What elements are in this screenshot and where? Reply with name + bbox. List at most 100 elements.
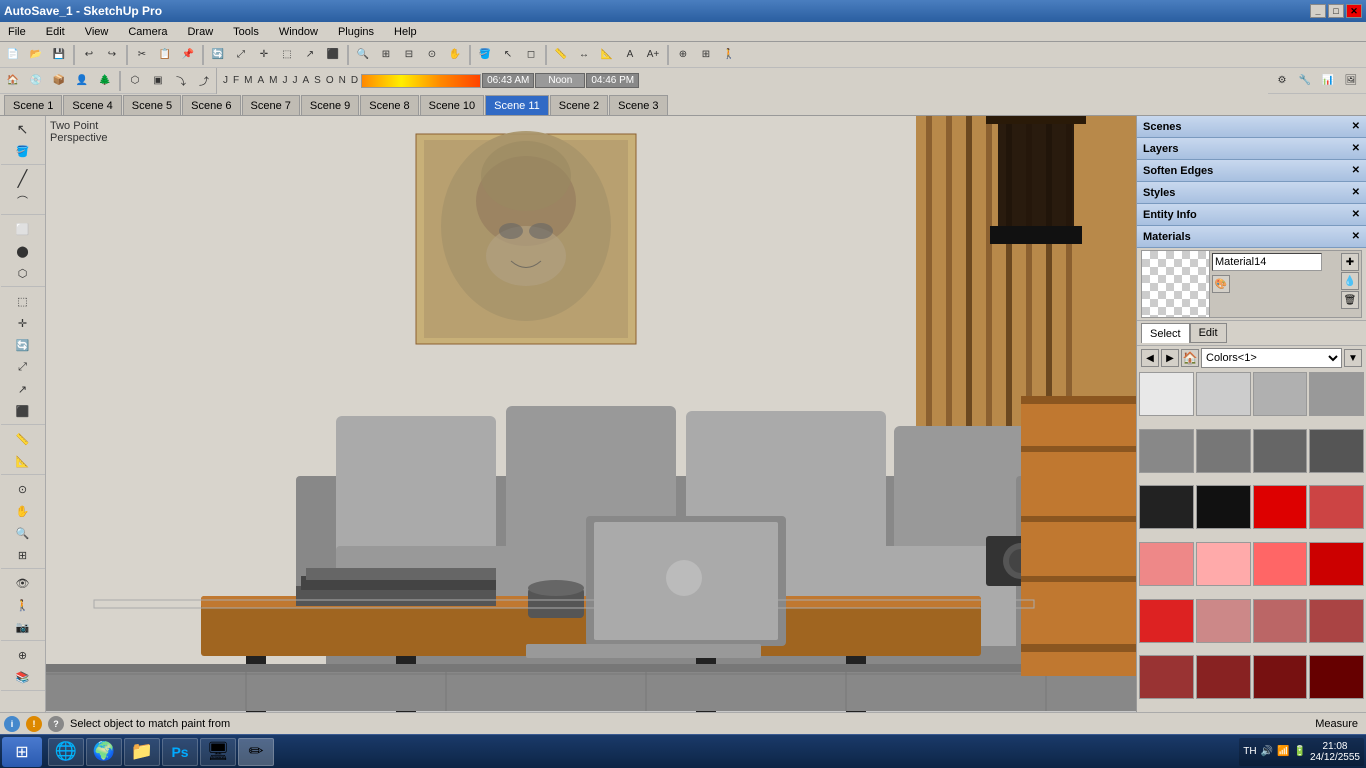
eraser-button[interactable]: ◻	[520, 44, 542, 66]
menu-file[interactable]: File	[2, 25, 32, 39]
material-create-btn[interactable]: ✚	[1341, 253, 1359, 271]
follow-me-button[interactable]: ↗	[299, 44, 321, 66]
viewport[interactable]: Two Point Perspective	[46, 116, 1136, 712]
swatch-darkred2[interactable]	[1196, 599, 1251, 643]
styles-close[interactable]: ✕	[1352, 187, 1360, 198]
scene-tab-8[interactable]: Scene 8	[360, 95, 418, 115]
circle-tool[interactable]: ⬤	[12, 240, 34, 262]
layer-tool[interactable]: 📚	[12, 666, 34, 688]
swatch-darkred3[interactable]	[1253, 599, 1308, 643]
sun-position-gradient[interactable]	[361, 74, 481, 88]
colors-dropdown[interactable]: Colors<1> Colors<2> Colors Named Brick a…	[1201, 348, 1342, 368]
material-name-input[interactable]	[1212, 253, 1322, 271]
swatch-verydark[interactable]	[1139, 485, 1194, 529]
section-button[interactable]: ⊞	[695, 44, 717, 66]
swatch-darkred4[interactable]	[1309, 599, 1364, 643]
protractor-tool[interactable]: 📐	[12, 450, 34, 472]
swatch-lightgray1[interactable]	[1196, 372, 1251, 416]
orbit-button[interactable]: ⊙	[421, 44, 443, 66]
group-button[interactable]: ▣	[147, 70, 169, 92]
swatch-gray2[interactable]	[1139, 429, 1194, 473]
scene-tab-4[interactable]: Scene 4	[63, 95, 121, 115]
pan-button[interactable]: ✋	[444, 44, 466, 66]
cut-button[interactable]: ✂	[131, 44, 153, 66]
scale-button[interactable]: ⤢	[230, 44, 252, 66]
component-button[interactable]: ⬡	[124, 70, 146, 92]
swatch-vdarkred4[interactable]	[1309, 655, 1364, 699]
redo-button[interactable]: ↪	[101, 44, 123, 66]
zoom-window-tool[interactable]: ⊞	[12, 544, 34, 566]
paint-tool[interactable]: 🪣	[12, 140, 34, 162]
swatch-gray1[interactable]	[1309, 372, 1364, 416]
paint-button[interactable]: 🪣	[474, 44, 496, 66]
walk-button[interactable]: 🚶	[718, 44, 740, 66]
scale-tool[interactable]: ⤢	[12, 356, 34, 378]
line-tool[interactable]: ╱	[12, 168, 34, 190]
materials-close[interactable]: ✕	[1352, 231, 1360, 242]
polygon-tool[interactable]: ⬡	[12, 262, 34, 284]
menu-camera[interactable]: Camera	[122, 25, 173, 39]
offset-tool[interactable]: ⬛	[12, 400, 34, 422]
maximize-button[interactable]: □	[1328, 4, 1344, 18]
cube-button[interactable]: 📦	[48, 70, 70, 92]
copy-button[interactable]: 📋	[154, 44, 176, 66]
walk-tool[interactable]: 🚶	[12, 594, 34, 616]
rotate-button[interactable]: 🔄	[207, 44, 229, 66]
tape-tool[interactable]: 📏	[12, 428, 34, 450]
taskbar-app5[interactable]: 🖥	[200, 738, 236, 766]
swatch-pink1[interactable]	[1139, 542, 1194, 586]
taskbar-explorer[interactable]: 📁	[124, 738, 160, 766]
swatch-vdarkred3[interactable]	[1253, 655, 1308, 699]
new-button[interactable]: 📄	[2, 44, 24, 66]
swatch-gray4[interactable]	[1253, 429, 1308, 473]
push-pull-tool[interactable]: ⬚	[12, 290, 34, 312]
undo-button[interactable]: ↩	[78, 44, 100, 66]
protractor-button[interactable]: 📐	[596, 44, 618, 66]
settings-tool-2[interactable]: 🔧	[1294, 70, 1316, 92]
save-button[interactable]: 💾	[48, 44, 70, 66]
forward-button[interactable]: ▶	[1161, 349, 1179, 367]
home-button[interactable]: 🏠	[1181, 349, 1199, 367]
menu-plugins[interactable]: Plugins	[332, 25, 380, 39]
pan-tool[interactable]: ✋	[12, 500, 34, 522]
settings-tool-3[interactable]: 📊	[1317, 70, 1339, 92]
settings-tool-4[interactable]: 🖼	[1340, 70, 1362, 92]
offset-button[interactable]: ⬛	[322, 44, 344, 66]
scene-tab-2[interactable]: Scene 2	[550, 95, 608, 115]
material-delete-btn[interactable]: 🗑	[1341, 291, 1359, 309]
zoom-window-button[interactable]: ⊞	[375, 44, 397, 66]
swatch-vdarkred2[interactable]	[1196, 655, 1251, 699]
zoom-tool[interactable]: 🔍	[12, 522, 34, 544]
house-button[interactable]: 🏠	[2, 70, 24, 92]
position-camera-tool[interactable]: 📷	[12, 616, 34, 638]
menu-window[interactable]: Window	[273, 25, 324, 39]
scene-tab-9[interactable]: Scene 9	[301, 95, 359, 115]
swatch-red3[interactable]	[1309, 542, 1364, 586]
menu-view[interactable]: View	[79, 25, 115, 39]
open-button[interactable]: 📂	[25, 44, 47, 66]
swatch-lightgray2[interactable]	[1253, 372, 1308, 416]
swatch-darkgray1[interactable]	[1309, 429, 1364, 473]
taskbar-browser[interactable]: 🌐	[48, 738, 84, 766]
text-button[interactable]: A	[619, 44, 641, 66]
axes-button[interactable]: ⊕	[672, 44, 694, 66]
layers-panel-close[interactable]: ✕	[1352, 143, 1360, 154]
zoom-extents-button[interactable]: ⊟	[398, 44, 420, 66]
swatch-darkred1[interactable]	[1139, 599, 1194, 643]
swatch-gray3[interactable]	[1196, 429, 1251, 473]
menu-help[interactable]: Help	[388, 25, 423, 39]
taskbar-sketchup[interactable]: ✏	[238, 738, 274, 766]
scenes-panel-close[interactable]: ✕	[1352, 121, 1360, 132]
settings-tool-1[interactable]: ⚙	[1271, 70, 1293, 92]
swatch-vdarkred1[interactable]	[1139, 655, 1194, 699]
person-button[interactable]: 👤	[71, 70, 93, 92]
follow-tool[interactable]: ↗	[12, 378, 34, 400]
look-around-tool[interactable]: 👁	[12, 572, 34, 594]
scene-tab-3[interactable]: Scene 3	[609, 95, 667, 115]
swatch-black[interactable]	[1196, 485, 1251, 529]
menu-tools[interactable]: Tools	[227, 25, 265, 39]
move-button[interactable]: ✛	[253, 44, 275, 66]
select-button[interactable]: ↖	[497, 44, 519, 66]
zoom-button[interactable]: 🔍	[352, 44, 374, 66]
taskbar-photoshop[interactable]: Ps	[162, 738, 198, 766]
